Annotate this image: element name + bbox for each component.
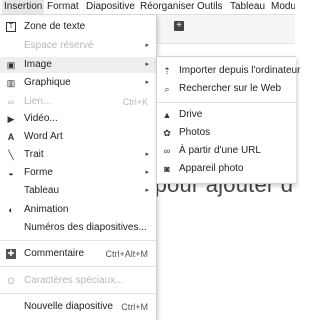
menu-item-label: Commentaire: [24, 248, 85, 259]
submenu-divider: [157, 102, 296, 103]
menu-item-video[interactable]: ▶ Vidéo...: [0, 111, 156, 127]
menu-item-new-slide[interactable]: Nouvelle diapositive Ctrl+M: [0, 299, 156, 315]
menu-item-text-box[interactable]: T Zone de texte: [0, 19, 156, 35]
menu-item-shortcut: Ctrl+M: [121, 302, 148, 312]
chevron-right-icon: ▸: [145, 61, 149, 68]
menu-insertion[interactable]: Insertion: [2, 0, 45, 14]
omega-icon: Ω: [7, 276, 15, 286]
chevron-right-icon: ▸: [145, 42, 149, 49]
menu-item-label: Image: [24, 59, 52, 70]
text-box-icon: T: [6, 22, 16, 32]
menu-outils[interactable]: Outils: [195, 0, 225, 14]
submenu-item-drive[interactable]: ▲ Drive: [157, 107, 296, 123]
chart-icon: ▥: [6, 78, 16, 88]
link-icon: ∞: [163, 146, 171, 156]
search-icon: ⌕: [164, 84, 170, 94]
menu-format[interactable]: Format: [45, 0, 81, 14]
video-icon: ▶: [7, 114, 15, 124]
insert-menu: T Zone de texte Espace réservé ▸ ▣ Image…: [0, 15, 157, 320]
submenu-item-label: Drive: [179, 109, 203, 120]
link-icon: ∞: [7, 97, 15, 107]
image-icon: ▣: [6, 60, 16, 70]
menu-item-comment[interactable]: ✚ Commentaire Ctrl+Alt+M: [0, 246, 156, 262]
menu-modules[interactable]: Modul: [269, 0, 295, 14]
submenu-item-from-url[interactable]: ∞ À partir d'une URL: [157, 143, 296, 159]
menu-item-shape[interactable]: ◒ Forme ▸: [0, 165, 156, 181]
menu-item-label: Vidéo...: [24, 113, 58, 124]
submenu-item-label: Appareil photo: [179, 163, 244, 174]
menu-item-line[interactable]: ╲ Trait ▸: [0, 147, 156, 163]
chevron-right-icon: ▸: [145, 187, 149, 194]
upload-icon: ⇡: [163, 66, 171, 76]
menu-item-label: Nouvelle diapositive: [24, 301, 113, 312]
submenu-item-search-web[interactable]: ⌕ Rechercher sur le Web: [157, 81, 296, 97]
submenu-item-label: À partir d'une URL: [179, 145, 261, 156]
menu-item-placeholder[interactable]: Espace réservé ▸: [0, 38, 156, 54]
menu-diapositive[interactable]: Diapositive: [84, 0, 137, 14]
camera-icon: ◙: [164, 164, 170, 174]
submenu-item-label: Rechercher sur le Web: [179, 83, 282, 94]
menu-item-link[interactable]: ∞ Lien... Ctrl+K: [0, 94, 156, 110]
comment-icon: ✚: [6, 249, 16, 259]
menu-item-label: Caractères spéciaux...: [24, 275, 124, 286]
chevron-right-icon: ▸: [145, 151, 149, 158]
submenu-item-label: Photos: [179, 127, 211, 138]
menu-item-label: Forme: [24, 167, 53, 178]
menu-bar: Insertion Format Diapositive Réorganiser…: [0, 0, 295, 15]
menu-item-chart[interactable]: ▥ Graphique ▸: [0, 75, 156, 91]
submenu-item-upload[interactable]: ⇡ Importer depuis l'ordinateur: [157, 63, 300, 79]
menu-item-label: Tableau: [24, 185, 60, 196]
menu-divider: [0, 266, 156, 267]
menu-item-label: Word Art: [24, 131, 63, 142]
drive-icon: ▲: [162, 110, 172, 120]
menu-item-shortcut: Ctrl+K: [122, 97, 148, 107]
menu-item-label: Zone de texte: [24, 21, 86, 32]
image-submenu: ⇡ Importer depuis l'ordinateur ⌕ Recherc…: [156, 56, 300, 184]
menu-item-label: Lien...: [24, 96, 52, 107]
menu-item-word-art[interactable]: A Word Art: [0, 129, 156, 145]
menu-item-label: Numéros des diapositives...: [24, 222, 147, 233]
shape-icon: ◒: [8, 168, 14, 178]
menu-item-slide-numbers[interactable]: Numéros des diapositives...: [0, 220, 156, 236]
menu-item-label: Animation: [24, 204, 69, 215]
menu-item-image[interactable]: ▣ Image ▸: [0, 57, 156, 73]
chevron-right-icon: ▸: [145, 79, 149, 86]
submenu-item-photos[interactable]: ✿ Photos: [157, 125, 296, 141]
animation-icon: ◐: [8, 205, 14, 215]
menu-item-animation[interactable]: ◐ Animation: [0, 202, 156, 218]
menu-item-shortcut: Ctrl+Alt+M: [105, 249, 148, 259]
menu-divider: [0, 240, 156, 241]
submenu-item-camera[interactable]: ◙ Appareil photo: [157, 161, 296, 177]
word-art-icon: A: [7, 132, 15, 142]
menu-item-label: Espace réservé: [24, 40, 94, 51]
menu-item-label: Graphique: [24, 77, 71, 88]
menu-tableau[interactable]: Tableau: [228, 0, 267, 14]
submenu-item-label: Importer depuis l'ordinateur: [179, 65, 301, 76]
chevron-right-icon: ▸: [145, 169, 149, 176]
photos-icon: ✿: [163, 128, 171, 138]
menu-item-special-characters[interactable]: Ω Caractères spéciaux...: [0, 273, 156, 289]
menu-item-label: Trait: [24, 149, 44, 160]
line-icon: ╲: [8, 150, 14, 160]
menu-divider: [0, 293, 156, 294]
menu-reorganiser[interactable]: Réorganiser: [138, 0, 196, 14]
add-icon[interactable]: +: [174, 21, 184, 31]
menu-item-table[interactable]: Tableau ▸: [0, 183, 156, 199]
